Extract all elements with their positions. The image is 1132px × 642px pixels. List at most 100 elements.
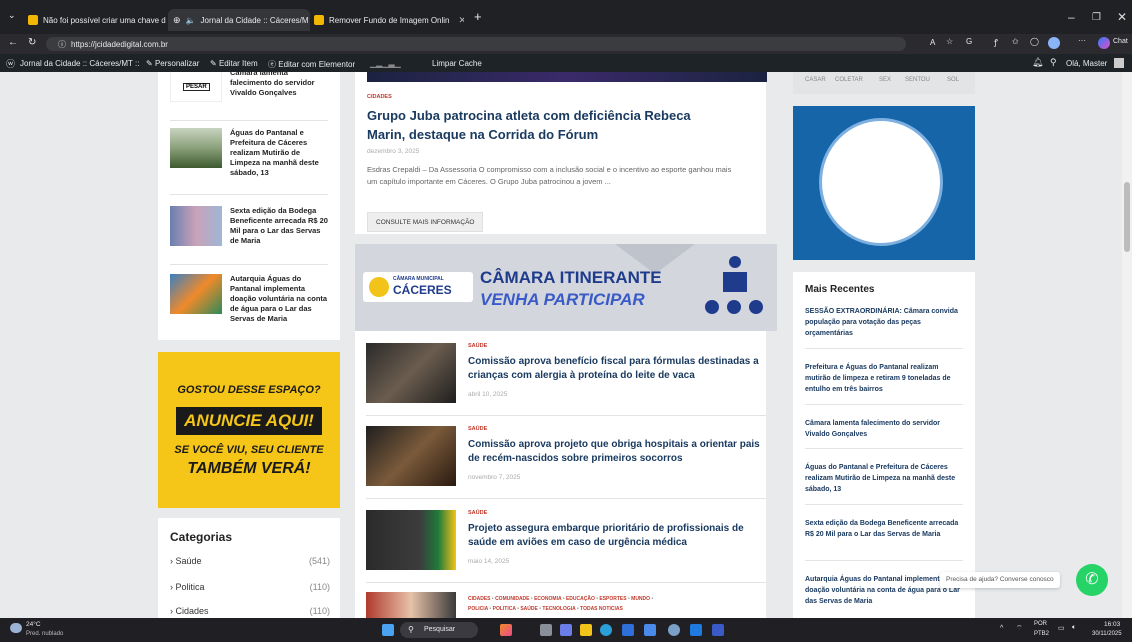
- extension2-icon[interactable]: ꝭ: [994, 37, 998, 48]
- keyboard-layout[interactable]: PTB2: [1034, 631, 1049, 637]
- tag[interactable]: POLICIA: [468, 606, 488, 612]
- admin-greeting[interactable]: Olá, Master: [1066, 59, 1107, 68]
- news-category[interactable]: SAÚDE: [468, 426, 487, 432]
- news-thumbnail[interactable]: [366, 426, 456, 486]
- news-title[interactable]: Comissão aprova projeto que obriga hospi…: [468, 438, 768, 466]
- word-tag[interactable]: SEX: [879, 77, 891, 83]
- tag[interactable]: MUNDO: [631, 596, 650, 602]
- sidebar-news-item[interactable]: Águas do Pantanal e Prefeitura de Cácere…: [170, 128, 328, 190]
- back-icon[interactable]: ←: [8, 37, 18, 48]
- sidebar-news-item[interactable]: Autarquia Águas do Pantanal implementa d…: [170, 274, 328, 336]
- tag[interactable]: EDUCAÇÃO: [566, 596, 595, 602]
- page-scrollbar[interactable]: [1122, 72, 1132, 618]
- word-tag[interactable]: SOL: [947, 77, 959, 83]
- tag[interactable]: ECONOMIA: [534, 596, 561, 602]
- app-icon[interactable]: [712, 624, 724, 636]
- sidebar-news-item[interactable]: Sexta edição da Bodega Beneficente arrec…: [170, 206, 328, 268]
- recent-post-link[interactable]: SESSÃO EXTRAORDINÁRIA: Câmara convida po…: [805, 306, 965, 339]
- featured-image[interactable]: [367, 72, 767, 82]
- category-item[interactable]: › Cidades (110): [170, 606, 330, 616]
- category-name[interactable]: Cidades: [176, 606, 209, 616]
- blue-ad-widget[interactable]: [793, 106, 975, 260]
- recent-post-link[interactable]: Sexta edição da Bodega Beneficente arrec…: [805, 518, 965, 540]
- volume-icon[interactable]: 🔈︎: [1072, 624, 1076, 632]
- weather-icon[interactable]: [10, 623, 22, 633]
- search-icon[interactable]: ⚲: [1050, 57, 1057, 68]
- category-item[interactable]: › Saúde (541): [170, 556, 330, 566]
- browser-tab-2[interactable]: ⊕ 🔈 Jornal da Cidade :: Cáceres/M ✕: [168, 9, 310, 31]
- weather-desc[interactable]: Pred. nublado: [26, 631, 63, 637]
- recent-post-link[interactable]: Prefeitura e Águas do Pantanal realizam …: [805, 362, 965, 395]
- recent-post-link[interactable]: Águas do Pantanal e Prefeitura de Cácere…: [805, 462, 965, 495]
- tray-chevron-icon[interactable]: ^: [1000, 625, 1003, 632]
- sidebar-news-title[interactable]: Sexta edição da Bodega Beneficente arrec…: [230, 206, 330, 246]
- sidebar-news-title[interactable]: Câmara lamenta falecimento do servidor V…: [230, 72, 330, 98]
- sidebar-news-title[interactable]: Autarquia Águas do Pantanal implementa d…: [230, 274, 330, 324]
- news-item[interactable]: SAÚDE Projeto assegura embarque prioritá…: [366, 510, 766, 574]
- avatar[interactable]: [1114, 58, 1124, 68]
- wordpress-icon[interactable]: ⓦ: [6, 57, 15, 70]
- news-thumbnail[interactable]: [366, 592, 456, 618]
- news-title[interactable]: Comissão aprova benefício fiscal para fó…: [468, 355, 768, 383]
- clear-cache-link[interactable]: Limpar Cache: [432, 59, 482, 68]
- tag[interactable]: SAÚDE: [520, 606, 538, 612]
- admin-site-link[interactable]: Jornal da Cidade :: Cáceres/MT ::: [20, 59, 139, 68]
- display-icon[interactable]: ▭: [1058, 624, 1065, 632]
- mail-icon[interactable]: [690, 624, 702, 636]
- word-tag[interactable]: SENTOU: [905, 77, 930, 83]
- shield-icon[interactable]: ◯: [1030, 37, 1039, 46]
- photos-icon[interactable]: [644, 624, 656, 636]
- news-thumbnail[interactable]: [366, 343, 456, 403]
- category-name[interactable]: Saúde: [176, 556, 202, 566]
- url-field[interactable]: ⓘ https://jcidadedigital.com.br: [46, 37, 906, 51]
- favorite-icon[interactable]: ☆: [946, 37, 953, 46]
- audio-icon[interactable]: 🔈: [186, 16, 196, 25]
- weather-temp[interactable]: 24°C: [26, 621, 41, 628]
- settings-icon[interactable]: [668, 624, 680, 636]
- news-item[interactable]: SAÚDE Comissão aprova benefício fiscal p…: [366, 343, 766, 407]
- site-info-icon[interactable]: ⓘ: [58, 39, 66, 50]
- task-view-icon[interactable]: [540, 624, 552, 636]
- featured-title[interactable]: Grupo Juba patrocina atleta com deficiên…: [367, 106, 707, 144]
- category-name[interactable]: Politica: [176, 582, 205, 592]
- tab-actions-menu-icon[interactable]: ⌄: [8, 10, 16, 21]
- profile-icon[interactable]: [1048, 37, 1060, 49]
- notifications-icon[interactable]: 🔔︎: [1032, 57, 1043, 68]
- tag[interactable]: CIDADES: [468, 596, 491, 602]
- news-category[interactable]: SAÚDE: [468, 510, 487, 516]
- word-tag[interactable]: CASAR: [805, 77, 826, 83]
- taskbar-search[interactable]: ⚲ Pesquisar: [400, 622, 478, 638]
- edge-icon[interactable]: [600, 624, 612, 636]
- sidebar-news-title[interactable]: Águas do Pantanal e Prefeitura de Cácere…: [230, 128, 330, 178]
- clock-time[interactable]: 16:03: [1104, 621, 1120, 628]
- edit-item-link[interactable]: ✎ Editar Item: [210, 59, 258, 68]
- close-window-icon[interactable]: ✕: [1117, 10, 1127, 24]
- stats-icon[interactable]: ▁▂▁▃▁: [370, 59, 401, 68]
- close-tab-icon[interactable]: ✕: [459, 15, 465, 26]
- store-icon[interactable]: [622, 624, 634, 636]
- news-title[interactable]: Projeto assegura embarque prioritário de…: [468, 522, 768, 550]
- sidebar-news-item[interactable]: PESAR Câmara lamenta falecimento do serv…: [170, 72, 328, 134]
- language-indicator[interactable]: POR: [1034, 621, 1047, 627]
- restore-icon[interactable]: ❐: [1092, 12, 1101, 23]
- file-explorer-icon[interactable]: [580, 624, 592, 636]
- tag[interactable]: TODAS NOTICIAS: [580, 606, 623, 612]
- copilot-icon[interactable]: [1098, 37, 1110, 49]
- category-item[interactable]: › Politica (110): [170, 582, 330, 592]
- featured-category[interactable]: CIDADES: [367, 94, 392, 100]
- tag[interactable]: TECNOLOGIA: [542, 606, 575, 612]
- browser-tab-1[interactable]: Não foi possível criar uma chave d ✕: [28, 12, 168, 28]
- news-category[interactable]: SAÚDE: [468, 343, 487, 349]
- advertise-banner[interactable]: GOSTOU DESSE ESPAÇO? ANUNCIE AQUI! SE VO…: [158, 352, 340, 508]
- clock-date[interactable]: 30/11/2025: [1092, 631, 1122, 637]
- browser-tab-3[interactable]: Remover Fundo de Imagem Onlin ✕: [314, 12, 464, 28]
- read-aloud-icon[interactable]: A: [930, 38, 935, 47]
- more-icon[interactable]: ···: [1078, 36, 1086, 45]
- tag[interactable]: ESPORTES: [599, 596, 626, 602]
- favorites-bar-icon[interactable]: ✩: [1012, 37, 1019, 46]
- customize-link[interactable]: ✎ Personalizar: [146, 59, 199, 68]
- extension-icon[interactable]: G: [966, 37, 972, 46]
- chat-app-icon[interactable]: [560, 624, 572, 636]
- news-item[interactable]: SAÚDE Comissão aprova projeto que obriga…: [366, 426, 766, 490]
- windows-start-icon[interactable]: [382, 624, 394, 636]
